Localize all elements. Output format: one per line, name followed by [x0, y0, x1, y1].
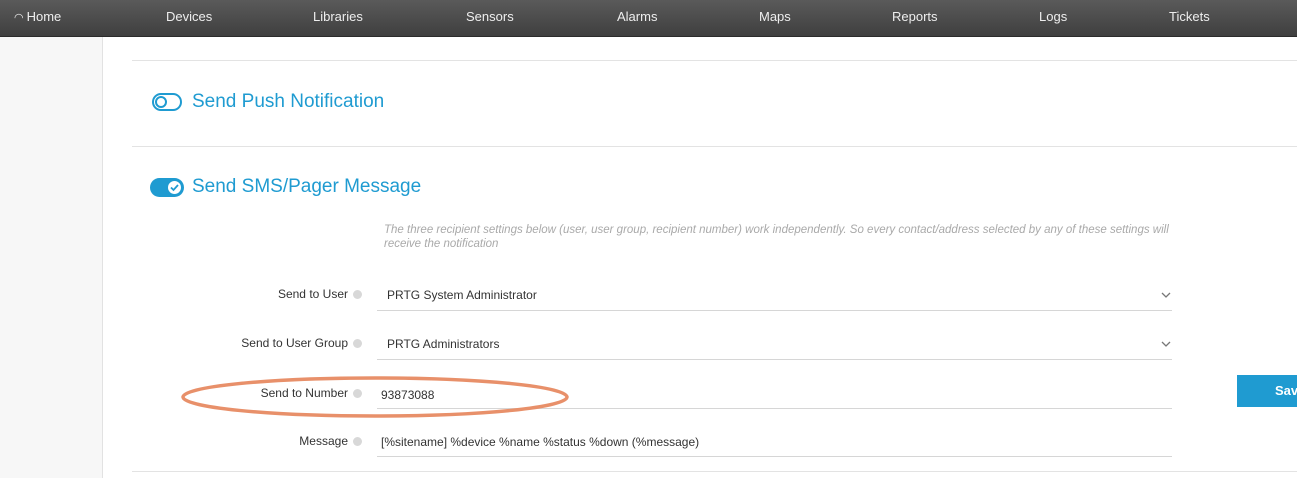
recipient-info-text: The three recipient settings below (user…: [384, 224, 1169, 250]
toggle-knob-checked: [166, 179, 183, 196]
send-to-user-label-text: Send to User: [277, 287, 348, 301]
field-underline: [377, 310, 1172, 311]
nav-sensors[interactable]: Sensors: [466, 0, 514, 36]
chevron-down-icon[interactable]: [1161, 341, 1171, 347]
message-input[interactable]: [%sitename] %device %name %status %down …: [381, 435, 699, 449]
prtg-logo-icon: ◠: [14, 12, 24, 24]
push-notification-toggle[interactable]: [152, 93, 182, 111]
divider-bottom: [132, 471, 1297, 472]
send-to-user-group-label-text: Send to User Group: [241, 336, 348, 350]
sms-message-title: Send SMS/Pager Message: [192, 176, 422, 197]
field-underline: [377, 359, 1172, 360]
nav-logs[interactable]: Logs: [1039, 0, 1067, 36]
divider-middle: [132, 146, 1297, 147]
help-icon[interactable]: [353, 290, 362, 299]
nav-libraries[interactable]: Libraries: [313, 0, 363, 36]
sms-message-toggle[interactable]: [150, 178, 184, 197]
message-label: Message: [299, 434, 362, 448]
chevron-down-icon[interactable]: [1161, 292, 1171, 298]
help-icon[interactable]: [353, 339, 362, 348]
nav-tickets[interactable]: Tickets: [1169, 0, 1210, 36]
divider-top: [132, 60, 1297, 61]
nav-maps[interactable]: Maps: [759, 0, 791, 36]
checkmark-icon: [170, 184, 179, 192]
message-label-text: Message: [299, 434, 348, 448]
nav-devices[interactable]: Devices: [166, 0, 212, 36]
send-to-user-group-select[interactable]: PRTG Administrators: [387, 337, 499, 351]
help-icon[interactable]: [353, 437, 362, 446]
highlight-ellipse-annotation: [181, 376, 569, 418]
field-underline: [377, 456, 1172, 457]
toggle-knob: [155, 96, 167, 108]
push-notification-title: Send Push Notification: [192, 91, 385, 112]
send-to-user-select[interactable]: PRTG System Administrator: [387, 288, 537, 302]
send-to-user-group-label: Send to User Group: [241, 336, 362, 350]
left-sidebar: [0, 37, 103, 478]
top-nav-bar: ◠ Home Devices Libraries Sensors Alarms M…: [0, 0, 1297, 37]
save-button[interactable]: Sav: [1237, 375, 1297, 407]
nav-home[interactable]: ◠ Home: [14, 0, 61, 36]
send-to-user-label: Send to User: [278, 287, 362, 301]
nav-alarms[interactable]: Alarms: [617, 0, 657, 36]
nav-home-label: Home: [26, 9, 62, 24]
nav-reports[interactable]: Reports: [892, 0, 938, 36]
